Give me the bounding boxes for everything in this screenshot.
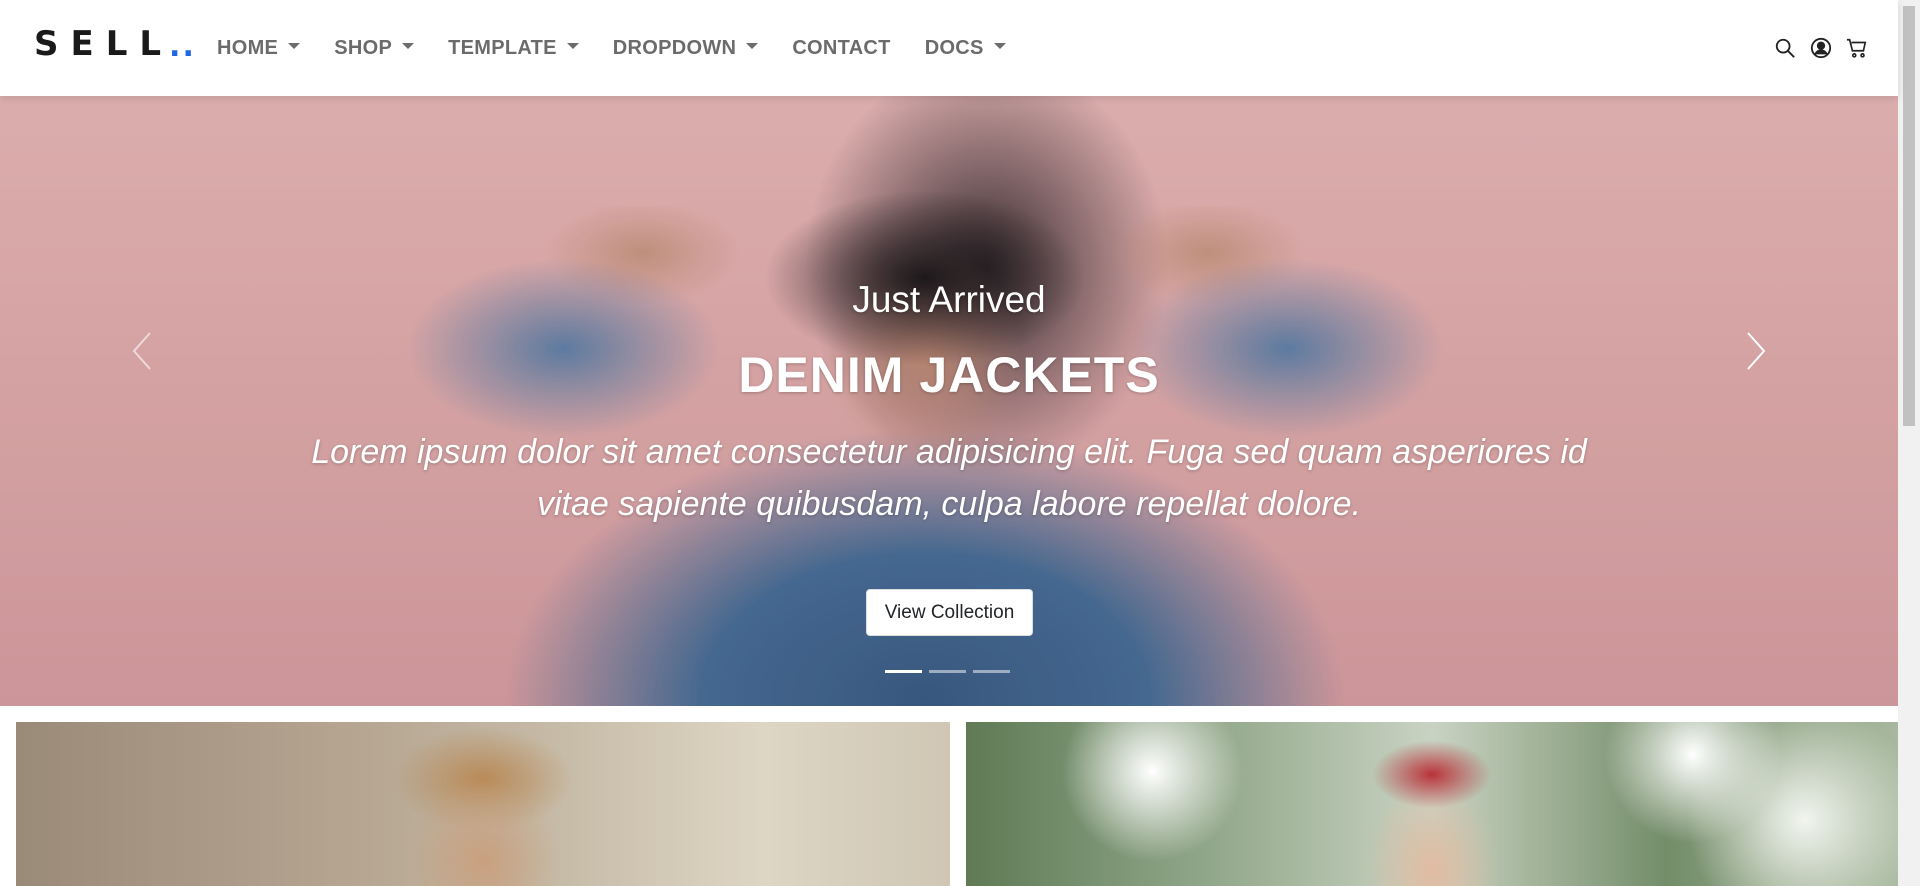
search-icon[interactable] — [1774, 37, 1796, 59]
caret-down-icon — [566, 43, 579, 49]
hero-title: DENIM JACKETS — [738, 347, 1160, 403]
nav-item-template[interactable]: TEMPLATE — [431, 0, 596, 96]
nav-icons — [1774, 0, 1868, 96]
carousel-indicator-3[interactable] — [973, 670, 1010, 673]
banner-men[interactable] — [16, 722, 950, 886]
brand-logo[interactable]: SELL.. — [34, 24, 196, 64]
carousel-prev-button[interactable] — [122, 326, 162, 376]
cart-icon[interactable] — [1846, 37, 1868, 59]
nav-item-label: DROPDOWN — [612, 36, 737, 59]
page-scrollbar[interactable] — [1898, 0, 1920, 886]
brand-dots: .. — [169, 28, 196, 64]
nav-item-label: DOCS — [924, 36, 984, 59]
hero-description: Lorem ipsum dolor sit amet consectetur a… — [311, 433, 1587, 523]
carousel-indicator-1[interactable] — [885, 670, 922, 673]
scrollbar-thumb[interactable] — [1903, 6, 1915, 426]
nav-item-docs[interactable]: DOCS — [908, 0, 1023, 96]
nav-item-home[interactable]: HOME — [200, 0, 317, 96]
caret-down-icon — [402, 43, 415, 49]
banner-women[interactable] — [966, 722, 1898, 886]
category-banners — [0, 706, 1898, 886]
nav-links: HOME SHOP TEMPLATE DROPDOWN CONTACT DOCS — [200, 0, 1023, 96]
hero-subtitle: Just Arrived — [852, 279, 1046, 320]
user-icon[interactable] — [1810, 37, 1832, 59]
nav-item-label: SHOP — [334, 36, 393, 59]
caret-down-icon — [993, 43, 1006, 49]
nav-item-shop[interactable]: SHOP — [317, 0, 431, 96]
caret-down-icon — [746, 43, 759, 49]
navbar: SELL.. HOME SHOP TEMPLATE DROPDOWN CONTA… — [0, 0, 1898, 96]
hero-carousel: Just Arrived DENIM JACKETS Lorem ipsum d… — [0, 96, 1898, 706]
nav-item-contact[interactable]: CONTACT — [775, 0, 907, 96]
nav-item-label: CONTACT — [792, 36, 891, 59]
brand-name: SELL — [34, 24, 174, 64]
carousel-indicators — [885, 670, 1010, 673]
chevron-left-icon — [132, 332, 151, 370]
nav-item-label: HOME — [217, 36, 279, 59]
nav-item-label: TEMPLATE — [448, 36, 557, 59]
caret-down-icon — [288, 43, 301, 49]
view-collection-button[interactable]: View Collection — [866, 589, 1033, 636]
chevron-right-icon — [1747, 332, 1766, 370]
nav-item-dropdown[interactable]: DROPDOWN — [596, 0, 776, 96]
carousel-indicator-2[interactable] — [929, 670, 966, 673]
carousel-next-button[interactable] — [1736, 326, 1776, 376]
